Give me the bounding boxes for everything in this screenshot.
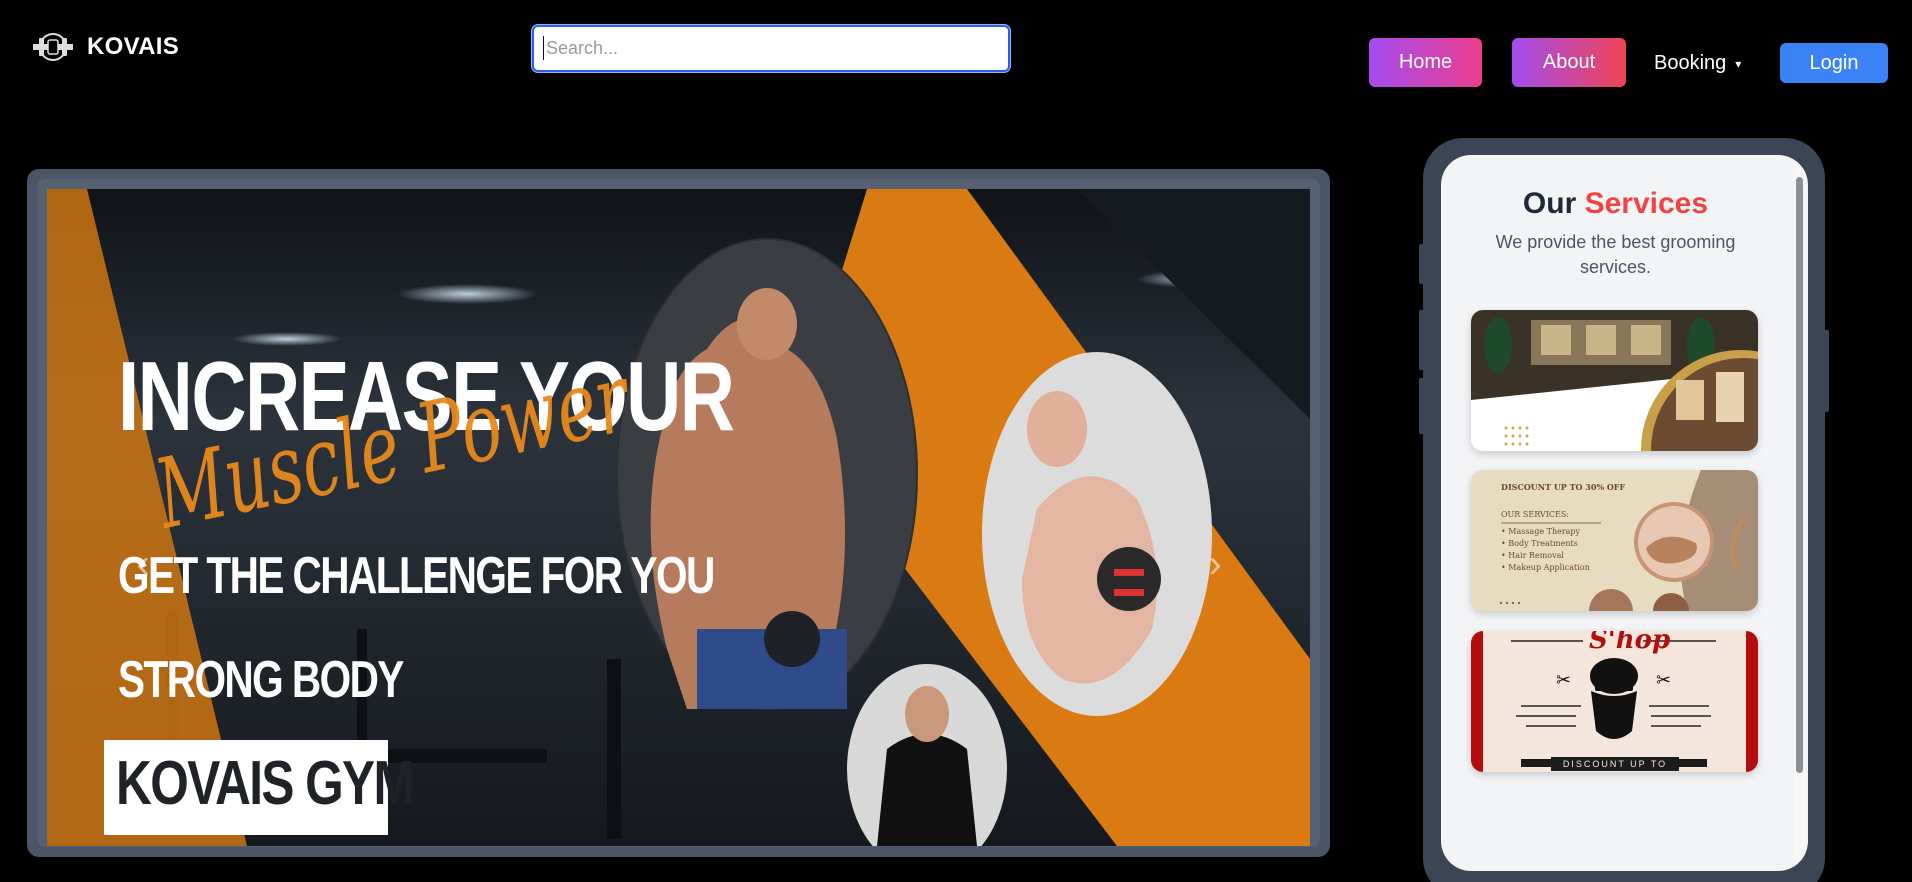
service-card-spa[interactable]: DISCOUNT UP TO 30% OFF OUR SERVICES: • M… (1471, 470, 1758, 611)
scrollbar-thumb[interactable] (1796, 177, 1803, 773)
svg-text:✂: ✂ (1656, 670, 1671, 691)
slider-prev-arrow-icon[interactable]: ‹ (128, 535, 158, 593)
login-button[interactable]: Login (1780, 43, 1888, 83)
hero-headline-2: GET THE CHALLENGE FOR YOU (118, 547, 715, 605)
services-title-accent: Services (1584, 187, 1709, 220)
salon-interior-image (1471, 310, 1758, 451)
booking-label: Booking (1654, 51, 1727, 74)
barber-script-text: S'hop (1589, 631, 1671, 655)
phone-side-button (1823, 330, 1829, 412)
phone-side-button (1419, 244, 1425, 284)
services-subtitle: We provide the best grooming services. (1495, 232, 1736, 277)
svg-text:✂: ✂ (1556, 670, 1571, 691)
spa-service-item: • Hair Removal (1501, 551, 1564, 560)
hero-headline-3: STRONG BODY (118, 651, 404, 709)
brand-name: KOVAIS (87, 33, 180, 60)
spa-service-item: • Body Treatments (1501, 539, 1578, 548)
services-title-plain: Our (1522, 187, 1577, 220)
hero-brand-text: KOVAIS GYM (116, 749, 415, 818)
search-input[interactable] (532, 25, 1010, 72)
nav-booking-dropdown[interactable]: Booking ▾ (1654, 49, 1774, 77)
nav-home-button[interactable]: Home (1369, 38, 1482, 87)
dumbbell-logo-icon (33, 33, 73, 61)
spa-service-item: • Massage Therapy (1501, 527, 1581, 536)
nav-about-button[interactable]: About (1512, 38, 1626, 87)
spa-discount: DISCOUNT UP TO 30% OFF (1501, 482, 1626, 492)
phone-screen: Our Services We provide the best groomin… (1441, 155, 1808, 871)
spa-services-heading: OUR SERVICES: (1501, 510, 1569, 519)
spa-service-item: • Makeup Application (1501, 563, 1590, 572)
service-card-salon[interactable] (1471, 310, 1758, 451)
barber-discount-banner: DISCOUNT UP TO (1551, 757, 1679, 771)
phone-side-button (1419, 310, 1425, 370)
phone-side-button (1419, 378, 1425, 434)
slider-next-arrow-icon[interactable]: › (1200, 535, 1230, 593)
service-card-barber[interactable]: ✂ ✂ S'hop DISCOUNT UP TO (1471, 631, 1758, 772)
chevron-down-icon: ▾ (1735, 57, 1742, 71)
text-cursor (543, 36, 544, 60)
brand-logo[interactable]: KOVAIS (31, 30, 179, 64)
services-title: Our Services (1441, 187, 1790, 221)
